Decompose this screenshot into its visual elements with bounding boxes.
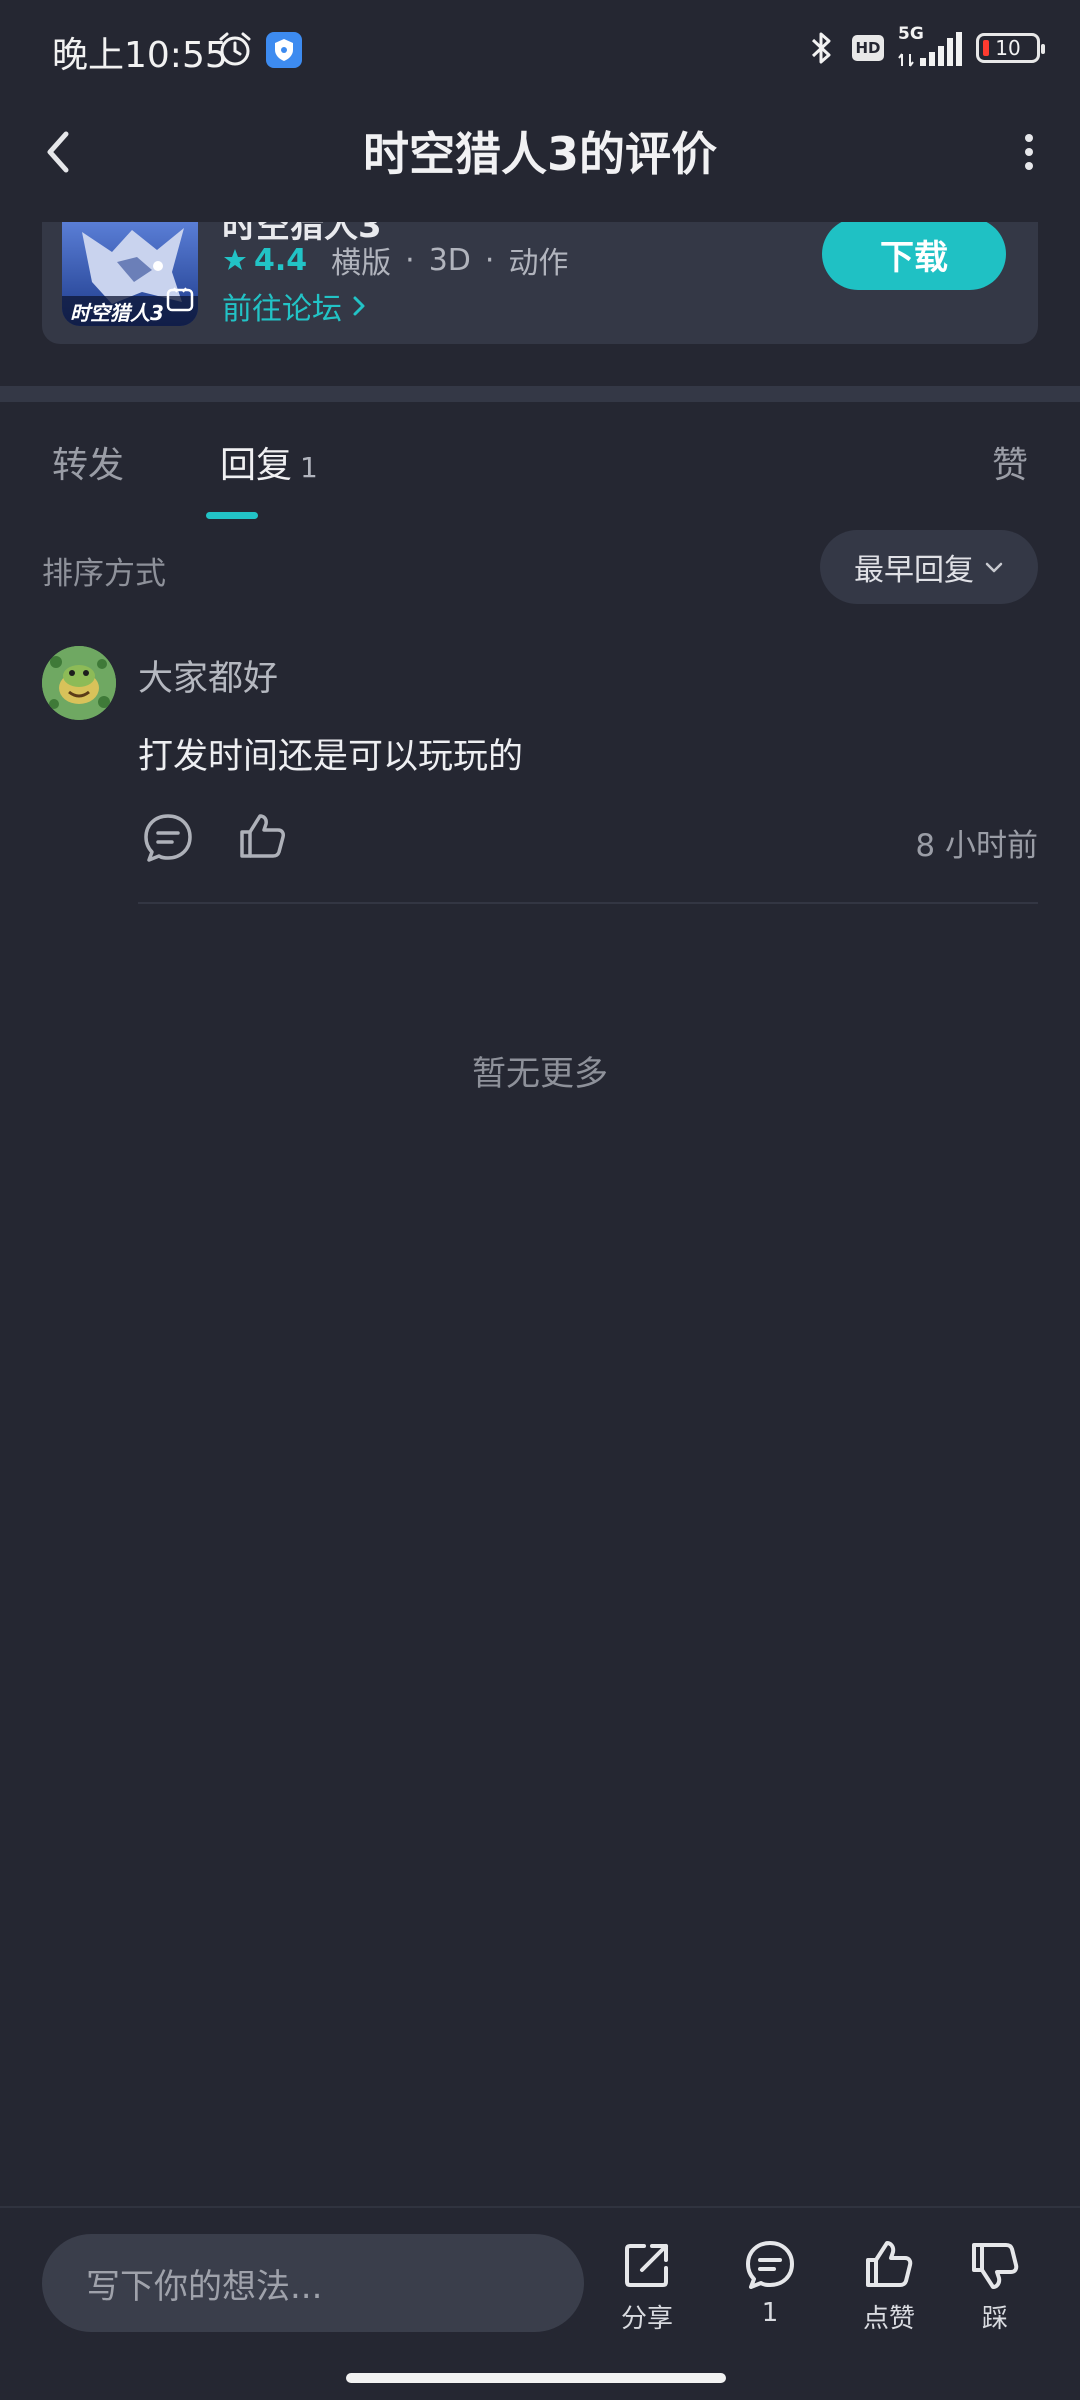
reply-button[interactable]: 1 — [722, 2238, 818, 2328]
game-tag: 动作 — [508, 246, 569, 281]
tab-like-label: 赞 — [991, 445, 1028, 486]
home-indicator[interactable] — [346, 2373, 726, 2383]
tab-forward-label: 转发 — [52, 445, 125, 486]
share-label: 分享 — [620, 2304, 673, 2334]
comment-text: 打发时间还是可以玩玩的 — [138, 737, 524, 777]
chevron-down-icon — [985, 562, 1003, 573]
avatar[interactable] — [42, 646, 116, 720]
tab-reply[interactable]: 回复 1 — [220, 436, 318, 488]
alarm-icon — [219, 32, 251, 66]
battery-percent: 10 — [995, 36, 1021, 60]
tab-reply-count: 1 — [300, 451, 318, 484]
bottom-action-bar: 写下你的想法... 分享 1 点赞 踩 — [0, 2206, 1080, 2356]
battery-icon: 10 — [976, 33, 1045, 63]
comment-like-icon[interactable] — [236, 810, 288, 862]
game-rating: 4.4 — [222, 243, 307, 278]
star-icon — [224, 249, 246, 270]
reply-icon — [746, 2241, 794, 2289]
status-indicators: HD 5G 10 — [804, 24, 1045, 68]
comment-divider — [138, 902, 1038, 904]
game-tag: 3D — [428, 242, 471, 278]
share-icon — [625, 2244, 668, 2287]
download-button[interactable]: 下载 — [822, 222, 1006, 290]
game-icon[interactable]: 时空猎人3 — [62, 222, 198, 326]
section-divider — [0, 386, 1080, 402]
tab-reply-label: 回复 — [220, 445, 293, 486]
like-button[interactable]: 点赞 — [841, 2238, 937, 2335]
like-label: 点赞 — [862, 2304, 915, 2334]
forum-link[interactable]: 前往论坛 — [222, 284, 368, 328]
rating-value: 4.4 — [254, 242, 308, 278]
chevron-right-icon — [353, 296, 365, 316]
comment-input[interactable]: 写下你的想法... — [42, 2234, 584, 2332]
tab-like[interactable]: 赞 — [992, 436, 1028, 488]
share-button[interactable]: 分享 — [599, 2238, 695, 2335]
hd-badge: HD — [852, 35, 884, 61]
game-card[interactable]: 时空猎人3 时空猎人3 4.4 横版 · 3D · 动作 前往论坛 下载 — [42, 222, 1038, 344]
tag-separator: · — [405, 242, 415, 278]
active-tab-indicator — [206, 512, 258, 519]
status-bar: 晚上10:55 HD 5G 10 — [0, 0, 1080, 96]
tag-separator: · — [484, 242, 495, 278]
dislike-button[interactable]: 踩 — [947, 2238, 1043, 2335]
game-meta: 4.4 横版 · 3D · 动作 — [222, 238, 568, 282]
comment-reply-icon[interactable] — [142, 812, 194, 864]
thumbs-down-icon — [972, 2243, 1019, 2289]
game-icon-label: 时空猎人3 — [70, 301, 164, 325]
comment-input-placeholder: 写下你的想法... — [86, 2266, 323, 2307]
shield-icon — [266, 32, 302, 68]
comment-username[interactable]: 大家都好 — [138, 650, 278, 701]
tab-forward[interactable]: 转发 — [52, 436, 124, 488]
forum-link-label: 前往论坛 — [222, 292, 342, 327]
sort-selected: 最早回复 — [854, 553, 974, 588]
more-options-icon[interactable] — [1014, 130, 1044, 174]
comment-timestamp: 8 小时前 — [915, 828, 1038, 864]
no-more-text: 暂无更多 — [472, 1054, 608, 1094]
signal-icon: 5G — [898, 24, 962, 68]
sort-dropdown[interactable]: 最早回复 — [820, 530, 1038, 604]
status-time: 晚上10:55 — [52, 35, 228, 76]
game-tag: 横版 — [331, 246, 392, 281]
battery-level — [983, 40, 989, 56]
reply-count: 1 — [761, 2298, 779, 2328]
bluetooth-icon — [811, 32, 831, 64]
thumbs-up-icon — [866, 2241, 913, 2287]
dislike-label: 踩 — [981, 2304, 1008, 2334]
sort-label: 排序方式 — [42, 556, 166, 592]
page-title: 时空猎人3的评价 — [362, 127, 717, 181]
